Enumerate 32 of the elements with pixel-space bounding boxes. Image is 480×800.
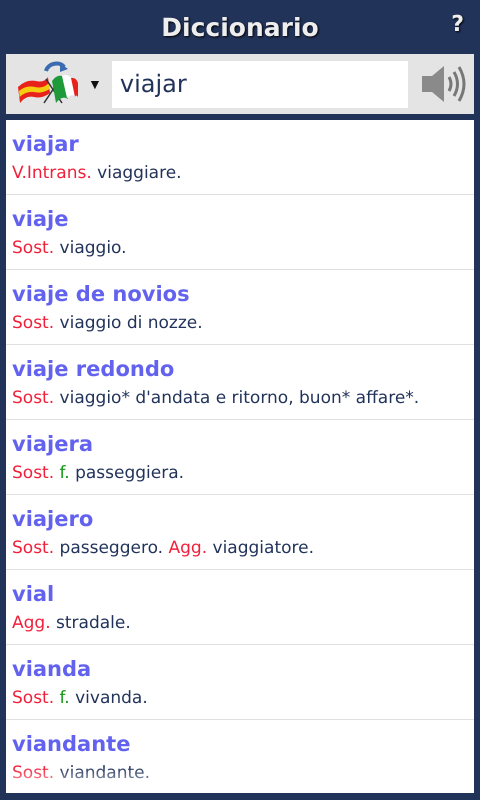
headword: viajero [12, 506, 94, 533]
result-row[interactable]: viandante Sost. viandante. [6, 720, 474, 793]
definition: Sost. f. vivanda. [12, 687, 149, 710]
language-selector[interactable]: ▼ [16, 60, 102, 108]
definition: Sost. viandante. [12, 762, 152, 785]
definition: Agg. stradale. [12, 612, 132, 635]
result-row[interactable]: viaje de novios Sost. viaggio di nozze. [6, 270, 474, 345]
result-row[interactable]: viaje Sost. viaggio. [6, 195, 474, 270]
dropdown-caret: ▼ [88, 76, 102, 92]
definition: Sost. viaggio. [12, 237, 128, 260]
headword: vianda [12, 656, 92, 683]
result-row[interactable]: viaje redondo Sost. viaggio* d'andata e ritorno, buon* affare*. [6, 345, 474, 420]
definition: Sost. viaggio* d'andata e ritorno, buon* affare*. [12, 387, 420, 410]
result-row[interactable]: viajar V.Intrans. viaggiare. [6, 120, 474, 195]
definition: Sost. passeggero. Agg. viaggiatore. [12, 537, 315, 560]
headword: viajar [12, 131, 80, 158]
headword: viaje redondo [12, 356, 176, 383]
help-button[interactable]: ? [447, 12, 468, 37]
headword: viaje de novios [12, 281, 191, 308]
definition: Sost. viaggio di nozze. [12, 312, 204, 335]
definition: V.Intrans. viaggiare. [12, 162, 183, 185]
headword: viaje [12, 206, 70, 233]
headword: viajera [12, 431, 94, 458]
headword: vial [12, 581, 56, 608]
app-title: Diccionario [161, 12, 319, 42]
result-row[interactable]: vial Agg. stradale. [6, 570, 474, 645]
headword: viandante [12, 731, 132, 758]
result-row[interactable]: vianda Sost. f. vivanda. [6, 645, 474, 720]
result-row[interactable]: viajera Sost. f. passeggiera. [6, 420, 474, 495]
search-field[interactable]: viajar [112, 60, 408, 108]
definition: Sost. f. passeggiera. [12, 462, 186, 485]
result-row[interactable]: viajero Sost. passeggero. Agg. viaggiatore. [6, 495, 474, 570]
